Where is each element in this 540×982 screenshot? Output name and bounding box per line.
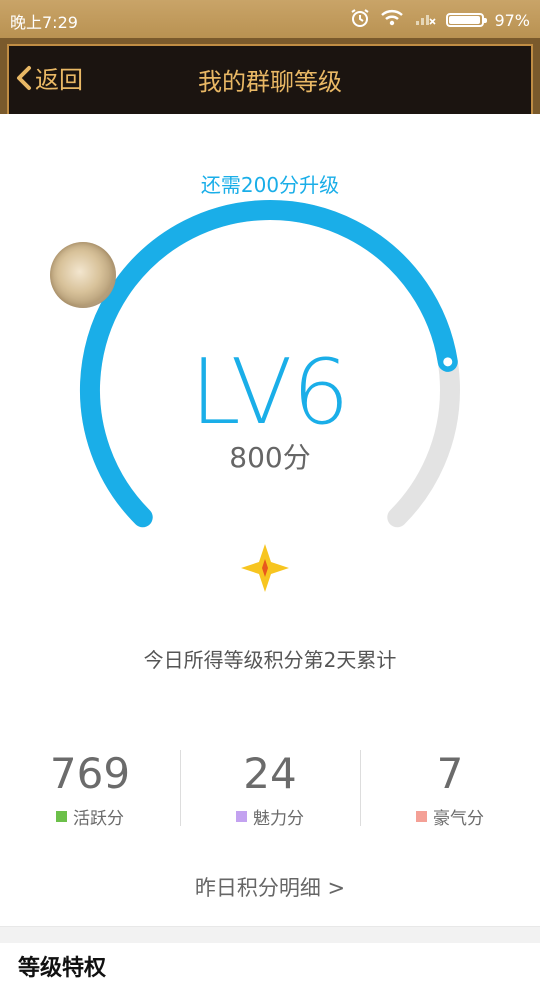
stat-charm: 24 魅力分 bbox=[180, 749, 360, 829]
status-icons: 97% bbox=[350, 8, 530, 32]
stat-label: 活跃分 bbox=[73, 809, 124, 829]
battery-percent: 97% bbox=[494, 10, 530, 30]
stat-label: 豪气分 bbox=[433, 809, 484, 829]
stat-label: 魅力分 bbox=[253, 809, 304, 829]
star-icon bbox=[241, 544, 289, 592]
stat-label-row: 魅力分 bbox=[180, 804, 360, 829]
stat-label-row: 活跃分 bbox=[0, 804, 180, 829]
charm-swatch bbox=[236, 811, 247, 822]
level-privileges-title: 等级特权 bbox=[18, 956, 107, 981]
signal-icon bbox=[414, 10, 437, 30]
status-time: 晚上7:29 bbox=[10, 13, 78, 32]
stat-generosity: 7 豪气分 bbox=[360, 749, 540, 829]
stat-label-row: 豪气分 bbox=[360, 804, 540, 829]
wifi-icon bbox=[380, 9, 404, 31]
score-breakdown: 769 活跃分 24 魅力分 7 豪气分 bbox=[0, 749, 540, 830]
stat-value: 769 bbox=[49, 749, 131, 798]
level-value: LV6 bbox=[190, 340, 350, 445]
alarm-icon bbox=[350, 8, 370, 32]
activity-swatch bbox=[56, 811, 67, 822]
daily-points-note: 今日所得等级积分第2天累计 bbox=[143, 648, 397, 672]
avatar bbox=[50, 242, 116, 308]
stat-activity: 769 活跃分 bbox=[0, 749, 180, 830]
stat-value: 24 bbox=[243, 749, 297, 798]
section-divider bbox=[0, 926, 540, 943]
page-title: 我的群聊等级 bbox=[198, 68, 342, 96]
stat-value: 7 bbox=[436, 749, 464, 798]
nav-bar: 返回 我的群聊等级 bbox=[0, 38, 540, 114]
yesterday-points-detail-link[interactable]: 昨日积分明细 > bbox=[0, 872, 540, 902]
nav-bar-frame: 返回 我的群聊等级 bbox=[7, 44, 533, 114]
battery-icon bbox=[446, 13, 488, 27]
points-value: 800分 bbox=[229, 441, 311, 474]
status-bar: 晚上7:29 97% bbox=[0, 0, 540, 38]
generosity-swatch bbox=[416, 811, 427, 822]
